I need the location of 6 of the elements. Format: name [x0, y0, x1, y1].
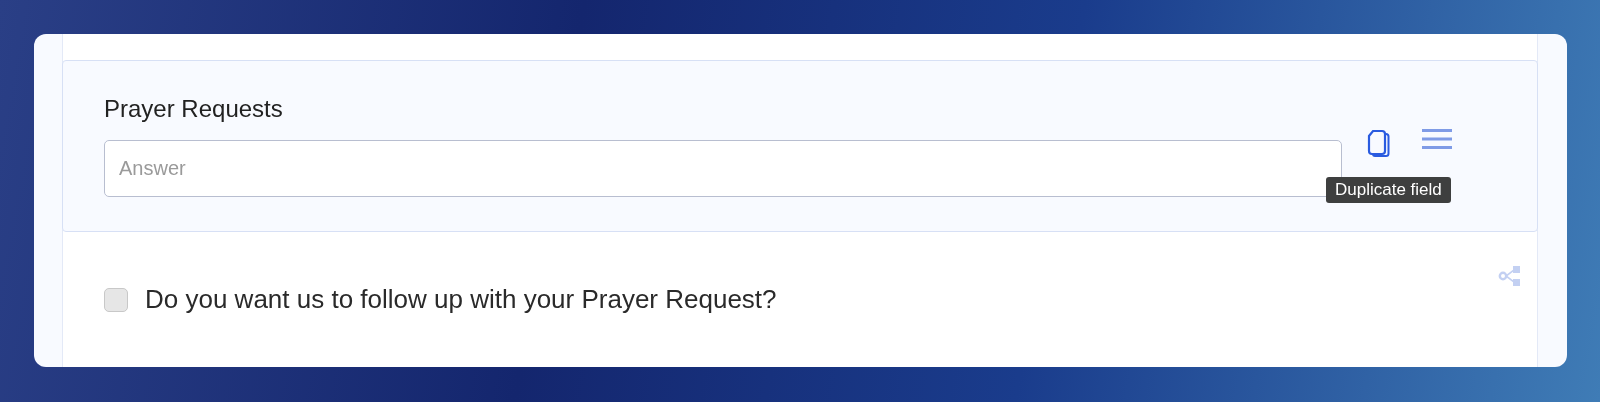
field-label: Prayer Requests — [104, 95, 284, 123]
branch-icon[interactable] — [1498, 266, 1522, 286]
checkbox[interactable] — [104, 287, 128, 312]
menu-icon[interactable] — [1421, 127, 1453, 151]
checkbox-label: Do you want us to follow up with your Prayer Request? — [145, 284, 777, 315]
tooltip: Duplicate field — [1326, 177, 1451, 203]
